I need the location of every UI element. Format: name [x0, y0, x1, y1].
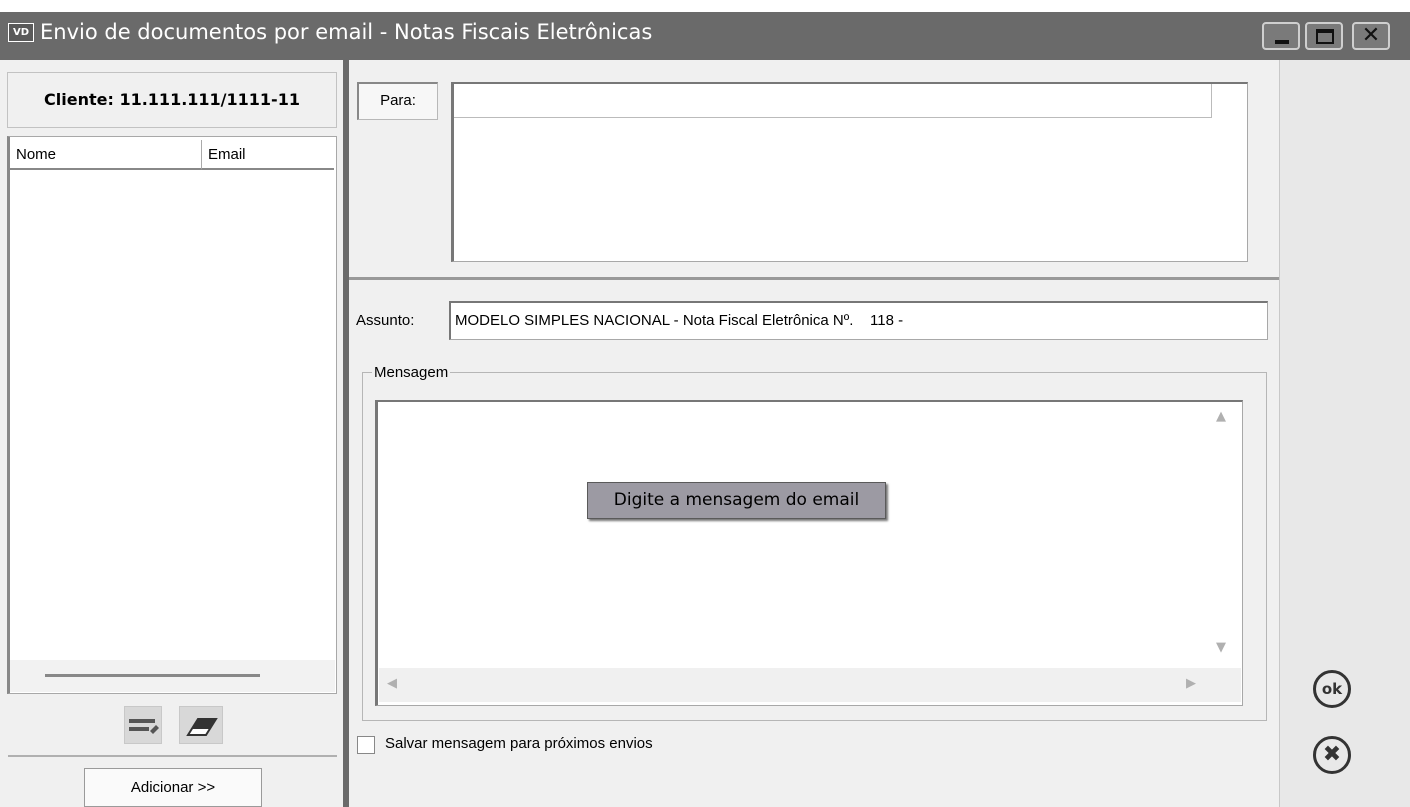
- edit-list-icon[interactable]: [124, 706, 162, 744]
- contacts-list[interactable]: [7, 136, 337, 694]
- close-button[interactable]: ✕: [1352, 22, 1390, 50]
- column-header-email[interactable]: Email: [202, 140, 334, 170]
- scroll-up-icon[interactable]: ▲: [1216, 409, 1226, 424]
- list-scrollbar-thumb[interactable]: [45, 674, 260, 677]
- scrollbar-corner: [1209, 668, 1241, 702]
- scroll-down-icon[interactable]: ▼: [1216, 640, 1226, 655]
- maximize-icon: [1316, 29, 1334, 44]
- assunto-label: Assunto:: [356, 312, 415, 329]
- scroll-right-icon[interactable]: ▶: [1186, 676, 1196, 691]
- minimize-button[interactable]: [1262, 22, 1300, 50]
- ok-button[interactable]: ok: [1313, 670, 1351, 708]
- client-label: Cliente: 11.111.111/1111-11: [7, 72, 337, 128]
- save-message-label[interactable]: Salvar mensagem para próximos envios: [385, 735, 653, 752]
- left-separator: [8, 755, 337, 757]
- eraser-icon[interactable]: [179, 706, 223, 744]
- maximize-button[interactable]: [1305, 22, 1343, 50]
- assunto-input[interactable]: MODELO SIMPLES NACIONAL - Nota Fiscal El…: [449, 301, 1268, 340]
- close-icon: ✕: [1361, 23, 1381, 48]
- minimize-icon: [1275, 40, 1289, 44]
- mensagem-horizontal-scrollbar[interactable]: [379, 668, 1209, 702]
- para-button[interactable]: Para:: [357, 82, 438, 120]
- cancel-icon: ✖: [1322, 742, 1342, 767]
- para-input[interactable]: [454, 84, 1212, 118]
- save-message-checkbox[interactable]: [357, 736, 375, 754]
- message-tooltip: Digite a mensagem do email: [587, 482, 886, 519]
- mensagem-textarea[interactable]: [375, 400, 1243, 706]
- column-header-nome[interactable]: Nome: [10, 140, 202, 170]
- mensagem-vertical-scrollbar[interactable]: [1208, 403, 1240, 668]
- scroll-left-icon[interactable]: ◀: [387, 676, 397, 691]
- app-icon: VD: [8, 23, 34, 42]
- cancel-button[interactable]: ✖: [1313, 736, 1351, 774]
- form-separator[interactable]: [349, 277, 1279, 280]
- mensagem-label: Mensagem: [372, 364, 451, 381]
- window-title: Envio de documentos por email - Notas Fi…: [40, 20, 653, 44]
- add-button[interactable]: Adicionar >>: [84, 768, 262, 807]
